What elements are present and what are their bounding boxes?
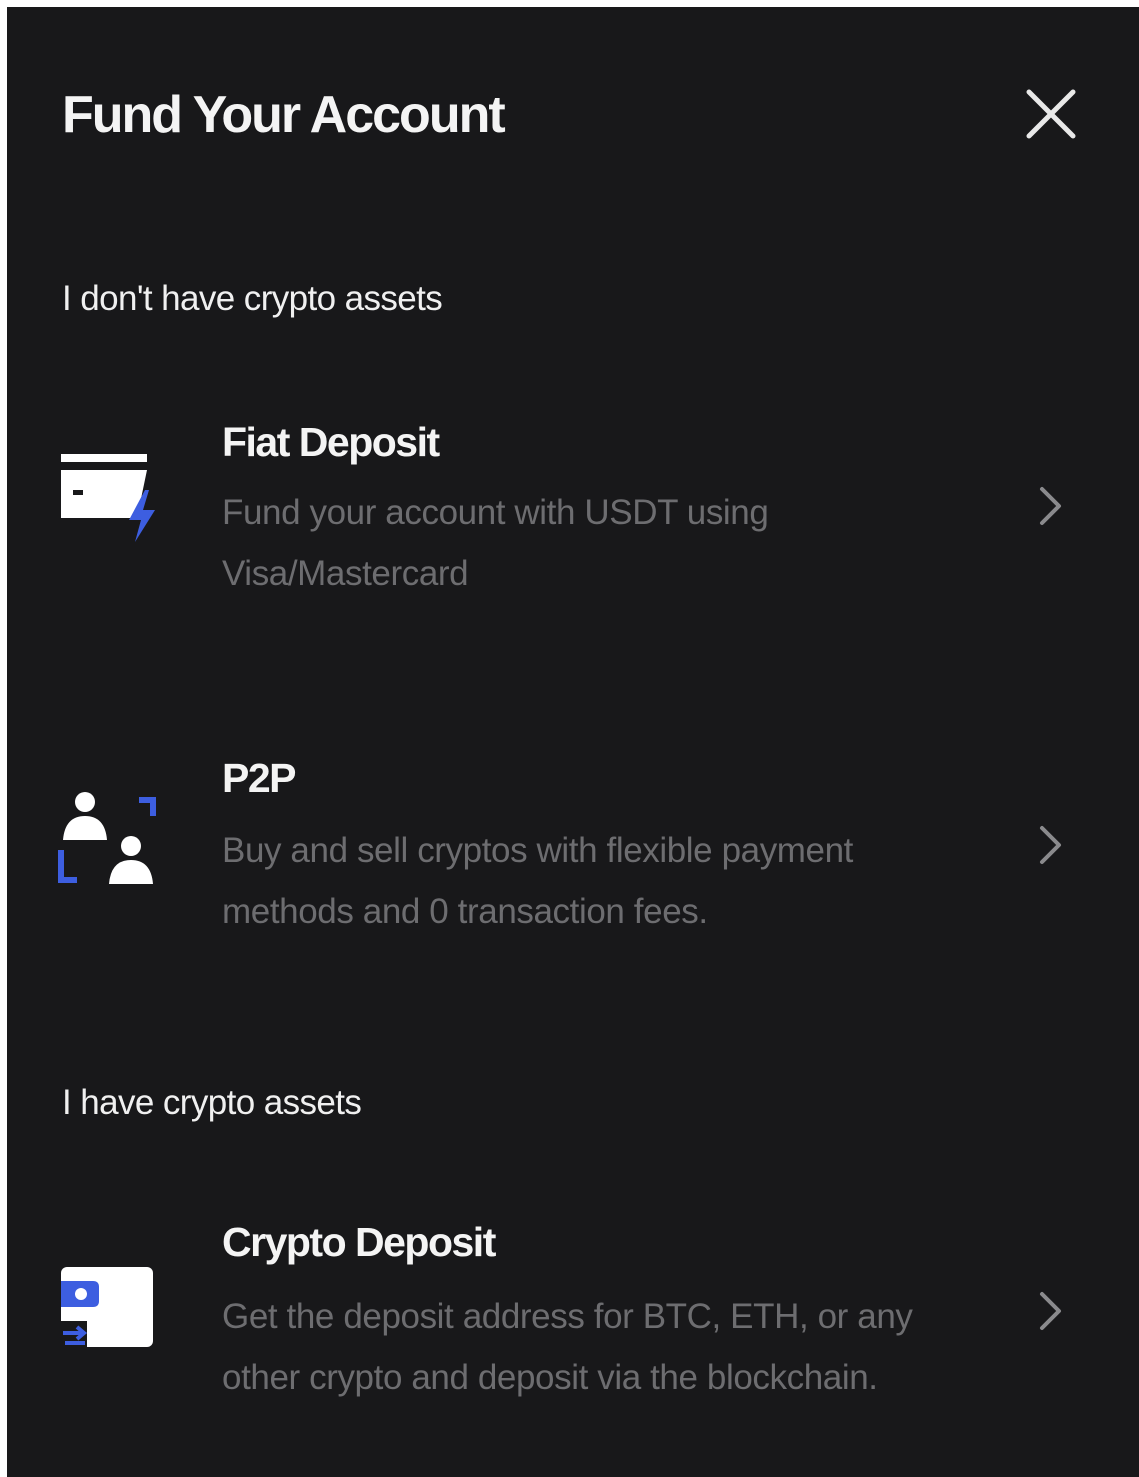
option-title: P2P <box>222 755 297 801</box>
crypto-deposit-option[interactable]: Crypto Deposit Get the deposit address f… <box>7 1211 1139 1441</box>
fiat-deposit-option[interactable]: Fiat Deposit Fund your account with USDT… <box>7 407 1139 637</box>
section-label-has-crypto: I have crypto assets <box>62 1083 362 1122</box>
option-description: Buy and sell cryptos with flexible payme… <box>222 831 854 931</box>
option-title: Fiat Deposit <box>222 419 440 465</box>
p2p-users-icon <box>57 792 159 894</box>
modal-title: Fund Your Account <box>62 86 506 144</box>
wallet-deposit-icon <box>57 1263 159 1365</box>
card-lightning-icon <box>57 452 159 554</box>
option-description: Get the deposit address for BTC, ETH, or… <box>222 1297 913 1397</box>
chevron-right-icon <box>1040 487 1061 525</box>
option-title: Crypto Deposit <box>222 1219 496 1265</box>
close-icon <box>1026 89 1076 139</box>
p2p-option[interactable]: P2P Buy and sell cryptos with flexible p… <box>7 745 1139 975</box>
fund-account-modal: Fund Your Account I don't have crypto as… <box>7 7 1139 1477</box>
option-description: Fund your account with USDT using Visa/M… <box>222 493 769 593</box>
close-button[interactable] <box>1019 82 1083 146</box>
chevron-right-icon <box>1040 826 1061 864</box>
section-label-no-crypto: I don't have crypto assets <box>62 279 443 318</box>
chevron-right-icon <box>1040 1292 1061 1330</box>
